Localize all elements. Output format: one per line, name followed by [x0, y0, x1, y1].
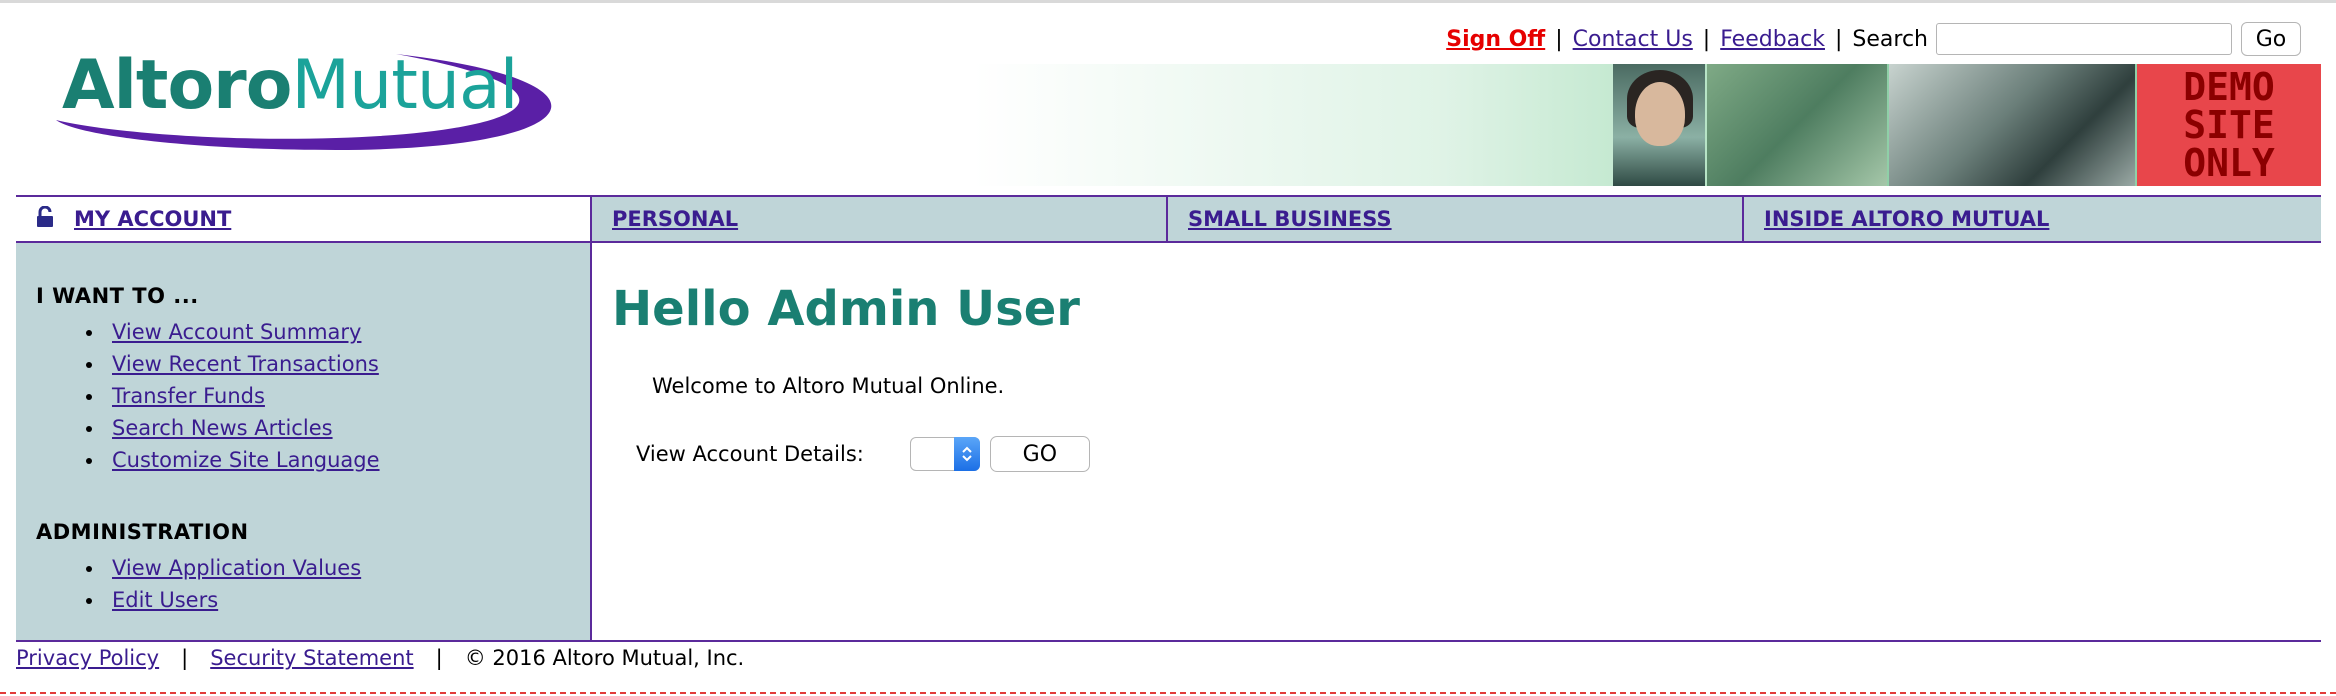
demo-line-2: SITE	[2183, 103, 2275, 147]
footer: Privacy Policy | Security Statement | © …	[16, 646, 744, 670]
logo-text: AltoroMutual	[62, 52, 519, 120]
welcome-text: Welcome to Altoro Mutual Online.	[652, 374, 1005, 398]
chevron-up-down-icon	[953, 437, 980, 471]
header-banner: DEMO SITE ONLY	[973, 64, 2321, 186]
sidebar-list-i-want-to: View Account Summary View Recent Transac…	[86, 316, 380, 476]
security-statement-link[interactable]: Security Statement	[210, 646, 413, 670]
altoro-mutual-logo[interactable]: AltoroMutual	[36, 40, 612, 170]
view-recent-transactions-link[interactable]: View Recent Transactions	[112, 352, 379, 376]
top-border	[0, 0, 2336, 3]
lock-icon	[36, 205, 54, 233]
separator: |	[1555, 26, 1563, 52]
list-item: Search News Articles	[86, 412, 380, 444]
sidebar-section-title: ADMINISTRATION	[36, 520, 249, 544]
list-item: View Application Values	[86, 552, 361, 584]
view-account-details-label: View Account Details:	[636, 442, 864, 466]
go-button[interactable]: GO	[989, 436, 1090, 472]
main-nav: MY ACCOUNT PERSONAL SMALL BUSINESS INSID…	[16, 195, 2321, 243]
search-input[interactable]	[1936, 23, 2232, 55]
account-details-row: View Account Details: GO	[636, 436, 1090, 472]
list-item: Edit Users	[86, 584, 361, 616]
banner-photo-hands	[1707, 64, 1887, 186]
separator: |	[1702, 26, 1711, 52]
demo-line-1: DEMO	[2183, 65, 2275, 109]
sidebar-section-title: I WANT TO ...	[36, 284, 199, 308]
banner-photo-woman	[1613, 64, 1705, 186]
list-item: Transfer Funds	[86, 380, 380, 412]
demo-site-only-badge: DEMO SITE ONLY	[2137, 64, 2321, 186]
tab-small-business-link[interactable]: SMALL BUSINESS	[1188, 207, 1392, 231]
footer-divider	[16, 640, 2321, 642]
search-label: Search	[1852, 26, 1928, 52]
edit-users-link[interactable]: Edit Users	[112, 588, 218, 612]
tab-my-account[interactable]: MY ACCOUNT	[16, 197, 592, 241]
list-item: View Recent Transactions	[86, 348, 380, 380]
tab-inside-altoro-mutual-link[interactable]: INSIDE ALTORO MUTUAL	[1764, 207, 2049, 231]
tab-inside-altoro-mutual[interactable]: INSIDE ALTORO MUTUAL	[1744, 197, 2321, 241]
sidebar: I WANT TO ... View Account Summary View …	[16, 243, 592, 640]
list-item: Customize Site Language	[86, 444, 380, 476]
customize-site-language-link[interactable]: Customize Site Language	[112, 448, 380, 472]
demo-line-3: ONLY	[2183, 141, 2275, 185]
sidebar-list-administration: View Application Values Edit Users	[86, 552, 361, 616]
search-news-articles-link[interactable]: Search News Articles	[112, 416, 333, 440]
tab-my-account-link[interactable]: MY ACCOUNT	[74, 207, 231, 231]
main-content: Hello Admin User Welcome to Altoro Mutua…	[594, 243, 2321, 640]
page: AltoroMutual Sign Off | Contact Us | Fee…	[0, 0, 2336, 696]
search-go-button[interactable]: Go	[2241, 22, 2301, 56]
account-select[interactable]	[909, 437, 980, 471]
top-links: Sign Off | Contact Us | Feedback | Searc…	[1446, 20, 2301, 58]
tab-personal[interactable]: PERSONAL	[592, 197, 1168, 241]
separator: |	[1834, 26, 1843, 52]
dashed-divider	[0, 692, 2336, 694]
banner-photo-office	[1889, 64, 2135, 186]
sign-off-link[interactable]: Sign Off	[1446, 27, 1545, 52]
tab-personal-link[interactable]: PERSONAL	[612, 207, 738, 231]
contact-us-link[interactable]: Contact Us	[1573, 27, 1693, 52]
page-title: Hello Admin User	[612, 281, 1080, 337]
logo-part-mutual: Mutual	[291, 46, 518, 125]
privacy-policy-link[interactable]: Privacy Policy	[16, 646, 159, 670]
feedback-link[interactable]: Feedback	[1720, 27, 1825, 52]
view-account-summary-link[interactable]: View Account Summary	[112, 320, 361, 344]
copyright: © 2016 Altoro Mutual, Inc.	[464, 646, 745, 670]
list-item: View Account Summary	[86, 316, 380, 348]
separator: |	[181, 646, 189, 670]
separator: |	[435, 646, 443, 670]
tab-small-business[interactable]: SMALL BUSINESS	[1168, 197, 1744, 241]
view-application-values-link[interactable]: View Application Values	[112, 556, 361, 580]
transfer-funds-link[interactable]: Transfer Funds	[112, 384, 265, 408]
logo-part-altoro: Altoro	[62, 46, 292, 125]
